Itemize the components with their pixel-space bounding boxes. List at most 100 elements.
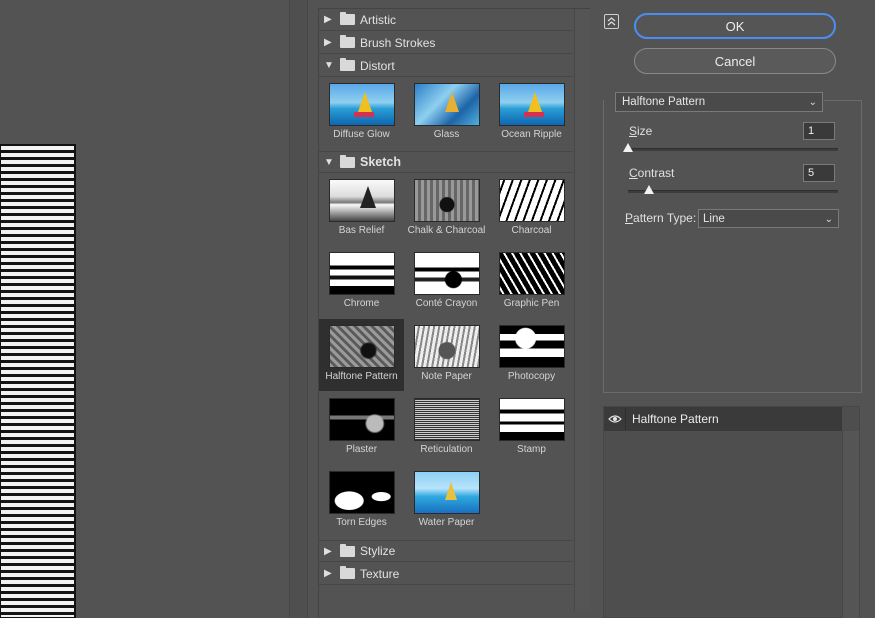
filter-select[interactable]: Halftone Pattern ⌄: [615, 92, 823, 112]
contrast-label-accel: C: [629, 166, 638, 180]
size-input[interactable]: 1: [803, 122, 835, 140]
eye-icon[interactable]: [604, 408, 626, 430]
thumbnail-image: [414, 179, 480, 222]
filter-label: Note Paper: [421, 371, 472, 382]
filter-thumb-ocean-ripple[interactable]: Ocean Ripple: [489, 77, 574, 149]
category-label: Stylize: [360, 544, 396, 558]
filter-thumb-halftone-pattern[interactable]: Halftone Pattern: [319, 319, 404, 391]
folder-icon: [340, 543, 355, 557]
preview-scrollbar[interactable]: [289, 0, 307, 618]
layers-scrollbar[interactable]: [842, 431, 859, 618]
category-texture[interactable]: ▶ Texture: [319, 563, 573, 585]
category-label: Texture: [360, 566, 400, 581]
filter-thumb-plaster[interactable]: Plaster: [319, 392, 404, 464]
filter-thumb-reticulation[interactable]: Reticulation: [404, 392, 489, 464]
filter-label: Torn Edges: [336, 517, 387, 528]
filter-thumb-stamp[interactable]: Stamp: [489, 392, 574, 464]
thumbnail-image: [499, 325, 565, 368]
filter-thumb-glass[interactable]: Glass: [404, 77, 489, 149]
filter-label: Diffuse Glow: [333, 129, 390, 140]
thumbnail-image: [329, 252, 395, 295]
thumbnail-image: [499, 179, 565, 222]
filter-thumb-water-paper[interactable]: Water Paper: [404, 465, 489, 537]
thumbnail-image: [329, 325, 395, 368]
filter-thumb-diffuse-glow[interactable]: Diffuse Glow: [319, 77, 404, 149]
thumbnail-image: [329, 471, 395, 514]
effect-layers-panel: [603, 406, 860, 618]
effect-layer-row[interactable]: Halftone Pattern: [604, 407, 842, 431]
collapse-panel-icon[interactable]: [604, 14, 619, 29]
filter-label: Stamp: [517, 444, 546, 455]
filter-thumb-chrome[interactable]: Chrome: [319, 246, 404, 318]
expand-triangle-icon: ▶: [324, 568, 332, 579]
filter-label: Photocopy: [507, 371, 556, 382]
thumbnail-image: [329, 398, 395, 441]
category-label: Brush Strokes: [360, 35, 436, 50]
filter-select-value: Halftone Pattern: [622, 96, 706, 108]
folder-open-icon: [340, 154, 355, 168]
gallery-scrollbar[interactable]: [574, 9, 590, 611]
filter-thumb-photocopy[interactable]: Photocopy: [489, 319, 574, 391]
pattern-label-rest: attern Type:: [633, 211, 697, 225]
filter-label: Plaster: [345, 444, 378, 455]
collapse-triangle-icon: ▼: [324, 60, 334, 71]
filter-label: Halftone Pattern: [325, 371, 398, 382]
expand-triangle-icon: ▶: [324, 545, 332, 557]
cancel-button[interactable]: Cancel: [634, 48, 836, 74]
filter-label: Reticulation: [420, 444, 473, 455]
category-stylize[interactable]: ▶ Stylize: [319, 540, 573, 562]
contrast-input[interactable]: 5: [803, 164, 835, 182]
pattern-type-label: Pattern Type:: [625, 211, 696, 225]
category-artistic[interactable]: ▶ Artistic: [319, 9, 573, 31]
size-slider-knob[interactable]: [623, 143, 633, 152]
chevron-down-icon: ⌄: [824, 214, 833, 225]
pattern-type-value: Line: [703, 212, 725, 225]
thumbnail-image: [414, 398, 480, 441]
size-label-accel: S: [629, 124, 638, 138]
thumbnail-image: [414, 252, 480, 295]
filter-label: Conté Crayon: [415, 298, 478, 309]
filter-thumb-note-paper[interactable]: Note Paper: [404, 319, 489, 391]
folder-icon: [340, 12, 355, 25]
filter-thumb-graphic-pen[interactable]: Graphic Pen: [489, 246, 574, 318]
sketch-thumbnails: Bas Relief Chalk & Charcoal Charcoal Chr…: [319, 173, 573, 541]
thumbnail-image: [414, 325, 480, 368]
size-slider[interactable]: [623, 143, 838, 152]
filter-settings-panel: [603, 100, 862, 393]
filter-label: Chalk & Charcoal: [407, 225, 486, 236]
thumbnail-image: [499, 398, 565, 441]
distort-thumbnails: Diffuse Glow Glass Ocean Ripple: [319, 77, 573, 151]
ok-button[interactable]: OK: [634, 13, 836, 39]
pattern-label-accel: P: [625, 211, 634, 225]
thumbnail-image: [414, 83, 480, 126]
contrast-slider-knob[interactable]: [644, 185, 654, 194]
category-distort[interactable]: ▼ Distort: [319, 55, 573, 77]
expand-triangle-icon: ▶: [324, 37, 332, 48]
expand-triangle-icon: ▶: [324, 14, 332, 25]
filter-thumb-torn-edges[interactable]: Torn Edges: [319, 465, 404, 537]
filter-thumb-charcoal[interactable]: Charcoal: [489, 173, 574, 245]
filter-thumb-bas-relief[interactable]: Bas Relief: [319, 173, 404, 245]
filter-label: Bas Relief: [338, 225, 385, 236]
filter-thumb-conte-crayon[interactable]: Conté Crayon: [404, 246, 489, 318]
preview-canvas[interactable]: [0, 0, 308, 618]
size-label-rest: ize: [637, 124, 653, 138]
category-sketch[interactable]: ▼ Sketch: [319, 151, 573, 173]
collapse-triangle-icon: ▼: [324, 156, 334, 168]
filter-label: Water Paper: [418, 517, 475, 528]
preview-image: [0, 144, 76, 618]
filter-label: Chrome: [343, 298, 380, 309]
filter-label: Ocean Ripple: [501, 129, 562, 140]
filter-thumb-chalk-charcoal[interactable]: Chalk & Charcoal: [404, 173, 489, 245]
pattern-type-select[interactable]: Line ⌄: [698, 209, 839, 228]
folder-icon: [340, 566, 355, 579]
filter-gallery: ▶ Artistic ▶ Brush Strokes ▼ Distort Dif…: [318, 8, 590, 618]
thumbnail-image: [499, 83, 565, 126]
filter-label: Charcoal: [511, 225, 552, 236]
contrast-slider[interactable]: [628, 185, 838, 194]
contrast-label-rest: ontrast: [637, 166, 675, 180]
category-brush-strokes[interactable]: ▶ Brush Strokes: [319, 32, 573, 54]
category-label: Sketch: [360, 155, 401, 169]
effect-layer-label: Halftone Pattern: [632, 412, 719, 426]
thumbnail-image: [499, 252, 565, 295]
